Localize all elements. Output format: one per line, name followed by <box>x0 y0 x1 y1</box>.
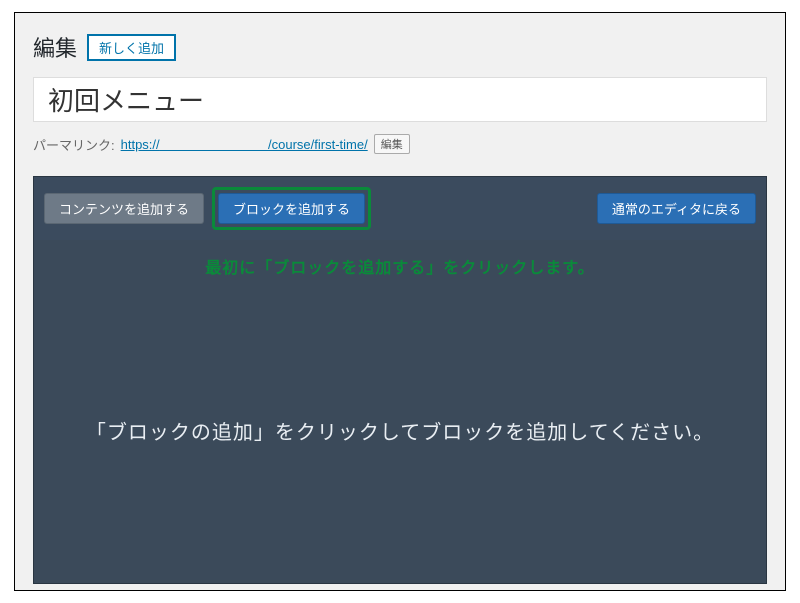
permalink-link[interactable]: https:// /course/first-time/ <box>121 137 368 152</box>
permalink-gap <box>160 137 268 152</box>
editor-placeholder-text: 「ブロックの追加」をクリックしてブロックを追加してください。 <box>86 416 714 445</box>
add-content-button[interactable]: コンテンツを追加する <box>44 193 204 224</box>
permalink-edit-button[interactable]: 編集 <box>374 134 410 154</box>
add-block-button[interactable]: ブロックを追加する <box>218 193 365 224</box>
permalink-suffix: /course/first-time/ <box>268 137 368 152</box>
page-heading: 編集 <box>33 31 77 63</box>
permalink-label: パーマリンク: <box>33 135 115 154</box>
block-editor: コンテンツを追加する ブロックを追加する 通常のエディタに戻る 最初に「ブロック… <box>33 176 767 584</box>
instruction-annotation: 最初に「ブロックを追加する」をクリックします。 <box>34 240 766 278</box>
highlight-annotation-box: ブロックを追加する <box>212 187 371 230</box>
permalink-row: パーマリンク: https:// /course/first-time/ 編集 <box>33 134 767 154</box>
add-new-button[interactable]: 新しく追加 <box>87 34 176 61</box>
back-to-normal-editor-button[interactable]: 通常のエディタに戻る <box>597 193 756 224</box>
editor-toolbar: コンテンツを追加する ブロックを追加する 通常のエディタに戻る <box>34 177 766 240</box>
permalink-prefix: https:// <box>121 137 160 152</box>
post-title-input[interactable] <box>33 77 767 122</box>
editor-body: 「ブロックの追加」をクリックしてブロックを追加してください。 <box>34 278 766 583</box>
